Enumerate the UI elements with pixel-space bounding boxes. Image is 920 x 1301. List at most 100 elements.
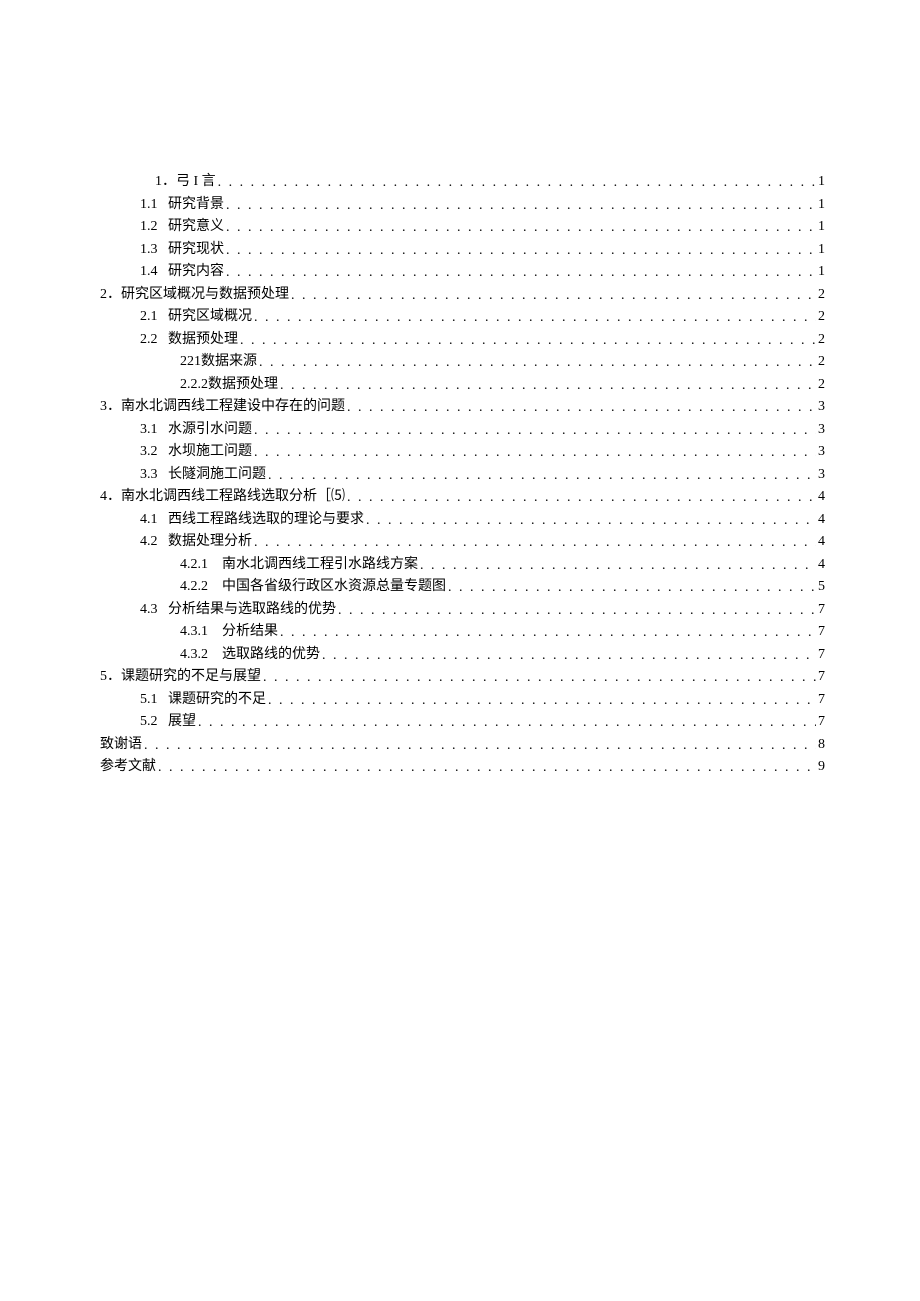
toc-page: 7 [818,648,825,662]
toc-entry: 5.2 展望 7 [100,715,825,729]
toc-page: 1 [818,198,825,212]
toc-title: 参考文献 [100,760,156,774]
toc-title: 分析结果与选取路线的优势 [168,603,336,617]
toc-page: 3 [818,468,825,482]
toc-leader [259,356,816,370]
toc-page: 3 [818,400,825,414]
toc-title: 南水北调西线工程引水路线方案 [222,558,418,572]
toc-leader [226,266,816,280]
toc-title: 研究内容 [168,265,224,279]
toc-leader [240,334,816,348]
toc-entry: 5 ．课题研究的不足与展望 7 [100,670,825,684]
toc-leader [226,199,816,213]
toc-entry: 4.2.1 南水北调西线工程引水路线方案 4 [100,558,825,572]
toc-entry: 参考文献 9 [100,760,825,774]
toc-page: 4 [818,513,825,527]
toc-entry: 221 数据来源 2 [100,355,825,369]
toc-leader [280,626,816,640]
toc-entry: 2.2 数据预处理 2 [100,333,825,347]
toc-number: 4.3 [140,603,168,617]
toc-number: 2.2.2 [180,378,208,392]
toc-title: 西线工程路线选取的理论与要求 [168,513,364,527]
toc-page: 3 [818,423,825,437]
toc-leader [268,694,816,708]
toc-title: 数据处理分析 [168,535,252,549]
toc-number: 221 [180,355,201,369]
toc-number: 4 [100,490,107,504]
toc-title: 研究意义 [168,220,224,234]
toc-entry: 致谢语 8 [100,738,825,752]
toc-entry: 4 ．南水北调西线工程路线选取分析［⑸ 4 [100,490,825,504]
toc-title: 数据预处理 [168,333,238,347]
toc-entry: 4.1 西线工程路线选取的理论与要求 4 [100,513,825,527]
toc-entry: 4.3.1 分析结果 7 [100,625,825,639]
toc-page: 7 [818,625,825,639]
toc-entry: 4.2.2 中国各省级行政区水资源总量专题图 5 [100,580,825,594]
toc-leader [254,446,816,460]
toc-leader [226,221,816,235]
toc-entry: 3.3 长隧洞施工问题 3 [100,468,825,482]
toc-entry: 3 ．南水北调西线工程建设中存在的问题 3 [100,400,825,414]
toc-page: 2 [818,378,825,392]
toc-entry: 2.2.2 数据预处理 2 [100,378,825,392]
toc-leader [338,604,816,618]
toc-leader [144,739,816,753]
toc-number: 4.1 [140,513,168,527]
toc-entry: 1.3 研究现状 1 [100,243,825,257]
toc-number: 1.3 [140,243,168,257]
toc-number: 3.1 [140,423,168,437]
toc-leader [366,514,816,528]
page: 1 ．弓 I 言 1 1.1 研究背景 1 1.2 研究意义 1 1.3 研究现… [0,0,920,1301]
toc-leader [158,761,816,775]
toc-leader [322,649,816,663]
toc-title: ．研究区域概况与数据预处理 [107,288,289,302]
table-of-contents: 1 ．弓 I 言 1 1.1 研究背景 1 1.2 研究意义 1 1.3 研究现… [100,175,825,774]
toc-leader [218,176,816,190]
toc-page: 1 [818,243,825,257]
toc-leader [347,491,816,505]
toc-leader [280,379,816,393]
toc-number: 5.1 [140,693,168,707]
toc-entry: 4.3.2 选取路线的优势 7 [100,648,825,662]
toc-number: 3.2 [140,445,168,459]
toc-page: 1 [818,265,825,279]
toc-page: 7 [818,603,825,617]
toc-number: 1.1 [140,198,168,212]
toc-leader [254,311,816,325]
toc-title: ．南水北调西线工程路线选取分析［⑸ [107,490,345,504]
toc-entry: 2.1 研究区域概况 2 [100,310,825,324]
toc-title: 分析结果 [222,625,278,639]
toc-number: 2 [100,288,107,302]
toc-title: 展望 [168,715,196,729]
toc-entry: 1.2 研究意义 1 [100,220,825,234]
toc-title: 水坝施工问题 [168,445,252,459]
toc-leader [291,289,816,303]
toc-number: 2.2 [140,333,168,347]
toc-title: 研究区域概况 [168,310,252,324]
toc-number: 5.2 [140,715,168,729]
toc-number: 4.3.2 [180,648,222,662]
toc-page: 2 [818,310,825,324]
toc-page: 3 [818,445,825,459]
toc-number: 3.3 [140,468,168,482]
toc-page: 7 [818,715,825,729]
toc-page: 4 [818,535,825,549]
toc-title: 数据预处理 [208,378,278,392]
toc-leader [420,559,816,573]
toc-number: 1.2 [140,220,168,234]
toc-page: 2 [818,355,825,369]
toc-number: 4.3.1 [180,625,222,639]
toc-title: 水源引水问题 [168,423,252,437]
toc-entry: 1 ．弓 I 言 1 [100,175,825,189]
toc-leader [268,469,816,483]
toc-number: 1 [155,175,162,189]
toc-title: ．课题研究的不足与展望 [107,670,261,684]
toc-title: 课题研究的不足 [168,693,266,707]
toc-number: 4.2.2 [180,580,222,594]
toc-page: 2 [818,333,825,347]
toc-page: 7 [818,670,825,684]
toc-page: 7 [818,693,825,707]
toc-title: 中国各省级行政区水资源总量专题图 [222,580,446,594]
toc-entry: 3.1 水源引水问题 3 [100,423,825,437]
toc-title: 致谢语 [100,738,142,752]
